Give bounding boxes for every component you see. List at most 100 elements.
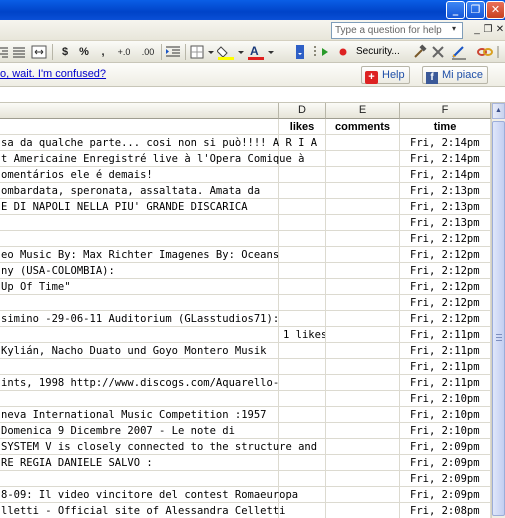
cell-comments[interactable]	[326, 167, 400, 183]
cell-time[interactable]: Fri, 2:14pm	[400, 135, 491, 151]
cell-text[interactable]: 8-09: Il video vincitore del contest Rom…	[0, 487, 298, 503]
cell-text[interactable]: RE REGIA DANIELE SALVO :	[0, 455, 279, 471]
cell-text[interactable]	[0, 215, 279, 231]
security-button[interactable]: Security...	[356, 44, 400, 60]
column-header-blank[interactable]	[0, 103, 279, 119]
cell-comments[interactable]	[326, 327, 400, 343]
cell-time[interactable]: Fri, 2:12pm	[400, 279, 491, 295]
cell-text[interactable]	[0, 295, 279, 311]
cell-text[interactable]: Kylián, Nacho Duato und Goyo Montero Mus…	[0, 343, 279, 359]
cell-comments[interactable]	[326, 183, 400, 199]
cell-text[interactable]: lletti - Official site of Alessandra Cel…	[0, 503, 285, 518]
cell-time[interactable]: Fri, 2:12pm	[400, 247, 491, 263]
cell-likes[interactable]	[279, 135, 326, 151]
cell-likes[interactable]	[279, 199, 326, 215]
cell-comments[interactable]	[326, 279, 400, 295]
cell-time[interactable]: Fri, 2:14pm	[400, 151, 491, 167]
restore-button[interactable]: ❐	[466, 1, 485, 19]
decrease-decimal-button[interactable]: .00	[138, 44, 158, 60]
help-button[interactable]: + Help	[361, 66, 410, 84]
cell-comments[interactable]	[326, 439, 400, 455]
cell-comments[interactable]	[326, 423, 400, 439]
minimize-button[interactable]: _	[446, 1, 465, 19]
cell-text[interactable]: SYSTEM V is closely connected to the str…	[0, 439, 317, 455]
toolbar-overflow-icon[interactable]	[496, 44, 504, 60]
cell-text[interactable]	[0, 327, 279, 343]
scroll-up-button[interactable]: ▲	[492, 103, 505, 119]
cell-comments[interactable]	[326, 407, 400, 423]
cell-time[interactable]: Fri, 2:10pm	[400, 423, 491, 439]
cell-text[interactable]: Up Of Time"	[0, 279, 279, 295]
cell-likes[interactable]	[279, 391, 326, 407]
doc-close-button[interactable]: ✕	[493, 23, 505, 37]
vertical-scrollbar[interactable]: ▲	[491, 103, 505, 518]
cell-likes[interactable]	[279, 279, 326, 295]
cell-time[interactable]: Fri, 2:09pm	[400, 455, 491, 471]
tools-icon[interactable]	[431, 44, 445, 60]
cell-comments[interactable]	[326, 311, 400, 327]
column-header-f[interactable]: F	[400, 103, 491, 119]
cell-likes[interactable]	[279, 311, 326, 327]
cell-likes[interactable]	[279, 343, 326, 359]
cell-text[interactable]: Domenica 9 Dicembre 2007 - Le note di	[0, 423, 279, 439]
cell-time[interactable]: Fri, 2:12pm	[400, 295, 491, 311]
cell-likes[interactable]	[279, 247, 326, 263]
increase-decimal-button[interactable]: +.0	[113, 44, 135, 60]
cell-comments[interactable]	[326, 391, 400, 407]
cell-comments[interactable]	[326, 263, 400, 279]
record-icon[interactable]	[338, 44, 348, 60]
cell-time[interactable]: Fri, 2:08pm	[400, 503, 491, 518]
cell-time[interactable]: Fri, 2:11pm	[400, 343, 491, 359]
run-icon[interactable]	[320, 44, 330, 60]
toolbar-options-icon[interactable]	[295, 44, 305, 60]
scroll-thumb[interactable]	[492, 121, 505, 516]
cell-text[interactable]: sa da qualche parte... cosi non si può!!…	[0, 135, 317, 151]
toolbar-grip-icon[interactable]	[312, 44, 318, 60]
cell-comments[interactable]	[326, 215, 400, 231]
cell-text[interactable]: ints, 1998 http://www.discogs.com/Aquare…	[0, 375, 279, 391]
cell-likes[interactable]	[279, 295, 326, 311]
cell-text[interactable]	[0, 231, 279, 247]
cell-likes[interactable]	[279, 407, 326, 423]
cell-text[interactable]: ny (USA-COLOMBIA):	[0, 263, 279, 279]
help-search-input[interactable]: Type a question for help	[331, 22, 463, 39]
cell-likes[interactable]	[279, 167, 326, 183]
column-header-e[interactable]: E	[326, 103, 400, 119]
cell-time[interactable]: Fri, 2:09pm	[400, 487, 491, 503]
column-header-d[interactable]: D	[279, 103, 326, 119]
cell-likes[interactable]: 1 likes	[279, 327, 326, 343]
help-question-link[interactable]: o, wait. I'm confused?	[0, 68, 106, 80]
cell-comments[interactable]	[326, 199, 400, 215]
like-button[interactable]: f Mi piace	[422, 66, 488, 84]
font-color-icon[interactable]: A	[247, 44, 275, 60]
align-right-icon[interactable]	[0, 44, 8, 60]
cell-time[interactable]: Fri, 2:12pm	[400, 311, 491, 327]
percent-style-button[interactable]: %	[77, 44, 91, 60]
cell-time[interactable]: Fri, 2:13pm	[400, 183, 491, 199]
cell-text[interactable]: ombardata, speronata, assaltata. Amata d…	[0, 183, 279, 199]
cell-likes-header[interactable]: likes	[279, 119, 326, 135]
cell-likes[interactable]	[279, 151, 326, 167]
currency-style-button[interactable]: $	[58, 44, 72, 60]
link-icon[interactable]	[477, 44, 493, 60]
cell-text[interactable]: eo Music By: Max Richter Imagenes By: Oc…	[0, 247, 279, 263]
cell-text[interactable]: omentários ele é demais!	[0, 167, 279, 183]
cell-text[interactable]	[0, 359, 279, 375]
cell-comments-header[interactable]: comments	[326, 119, 400, 135]
cell-time[interactable]: Fri, 2:12pm	[400, 231, 491, 247]
cell-likes[interactable]	[279, 359, 326, 375]
cell-time[interactable]: Fri, 2:11pm	[400, 359, 491, 375]
cell-likes[interactable]	[279, 487, 326, 503]
cell-likes[interactable]	[279, 455, 326, 471]
cell-likes[interactable]	[279, 215, 326, 231]
design-mode-icon[interactable]	[451, 44, 467, 60]
cell-comments[interactable]	[326, 295, 400, 311]
help-dropdown-icon[interactable]: ▾	[452, 24, 456, 33]
cell-likes[interactable]	[279, 183, 326, 199]
cell-text[interactable]	[0, 471, 279, 487]
cell-time[interactable]: Fri, 2:13pm	[400, 199, 491, 215]
cell-comments[interactable]	[326, 359, 400, 375]
cell-comments[interactable]	[326, 135, 400, 151]
close-button[interactable]: ✕	[486, 1, 505, 19]
cell-time[interactable]: Fri, 2:09pm	[400, 439, 491, 455]
